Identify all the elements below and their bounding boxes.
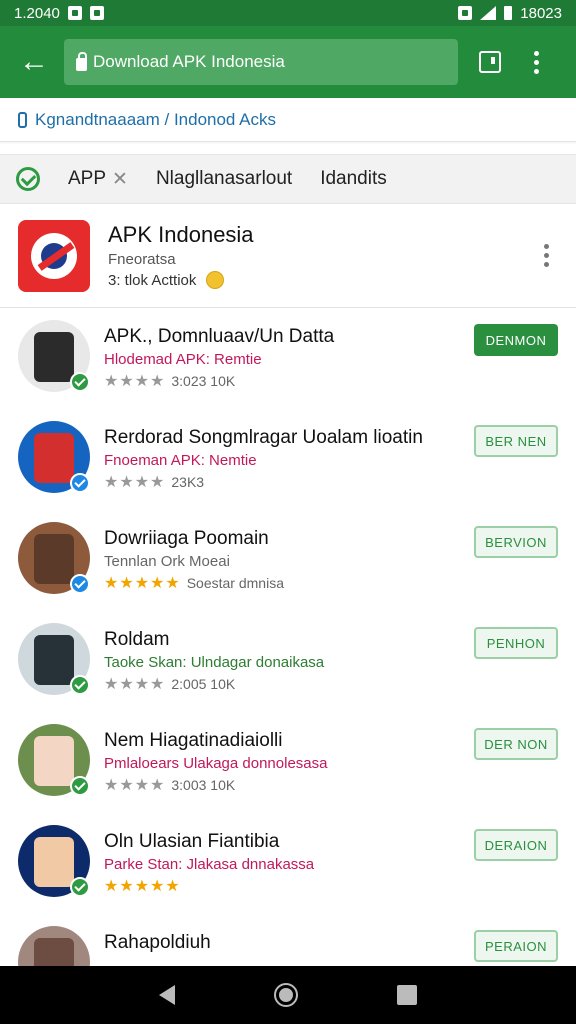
featured-info: APK Indonesia Fneoratsa 3: tlok Acttiok xyxy=(108,222,516,289)
notification-icon xyxy=(67,6,82,20)
item-meta-text: 3:003 10K xyxy=(171,777,236,793)
nav-recents-icon[interactable] xyxy=(396,985,417,1005)
install-button[interactable]: PENHON xyxy=(474,627,558,659)
back-arrow-icon[interactable]: ← xyxy=(16,44,52,80)
signal-icon xyxy=(480,6,497,20)
app-avatar xyxy=(18,825,90,897)
install-button[interactable]: BERVION xyxy=(474,526,558,558)
list-item[interactable]: Nem Hiagatinadiaiolli Pmlaloears Ulakaga … xyxy=(0,712,576,813)
battery-icon xyxy=(504,6,513,20)
address-text: Download APK Indonesia xyxy=(93,52,285,71)
rating-stars-icon: ★★★★ xyxy=(104,373,166,390)
list-item[interactable]: Dowriiaga Poomain Tennlan Ork Moeai ★★★★★ S… xyxy=(0,510,576,611)
featured-meta: 3: tlok Acttiok xyxy=(108,271,516,289)
filter-tab-3[interactable]: Idandits xyxy=(320,168,387,190)
verified-badge-icon xyxy=(70,675,90,695)
rating-stars-icon: ★★★★ xyxy=(104,676,166,693)
status-time: 1.2040 xyxy=(14,4,60,22)
rating-stars-icon: ★★★★ xyxy=(104,777,166,794)
avatar-image xyxy=(34,635,74,685)
app-avatar xyxy=(18,320,90,392)
item-meta: ★★★★ 2:005 10K xyxy=(104,674,558,694)
item-meta-text: Soestar dmnisa xyxy=(186,575,284,591)
list-item[interactable]: Roldam Taoke Skan: Ulndagar donaikasa ★★★★… xyxy=(0,611,576,712)
app-avatar xyxy=(18,724,90,796)
featured-subtitle: Fneoratsa xyxy=(108,251,176,268)
list-item[interactable]: Oln Ulasian Fiantibia Parke Stan: Jlakasa… xyxy=(0,813,576,914)
verified-badge-icon xyxy=(70,372,90,392)
more-options-icon[interactable] xyxy=(534,236,558,276)
filter-bar: APP ✕ Nlagllanasarlout Idandits xyxy=(0,154,576,204)
install-button[interactable]: PERAION xyxy=(474,930,558,962)
item-meta-text: 3:023 10K xyxy=(171,373,236,389)
item-meta: ★★★★ 3:023 10K xyxy=(104,371,558,391)
lock-icon xyxy=(76,51,87,71)
item-meta: ★★★★★ Soestar dmnisa xyxy=(104,573,558,593)
install-button[interactable]: DER NON xyxy=(474,728,558,760)
filter-chip-label: APP xyxy=(68,168,107,189)
close-icon[interactable]: ✕ xyxy=(112,168,128,191)
featured-meta-text: 3: tlok Acttiok xyxy=(108,271,197,289)
install-button[interactable]: BER NEN xyxy=(474,425,558,457)
item-meta-text: 23K3 xyxy=(171,474,205,490)
item-meta: ★★★★ 23K3 xyxy=(104,472,558,492)
featured-app[interactable]: APK Indonesia Fneoratsa 3: tlok Acttiok xyxy=(0,204,576,308)
notification-icon-2 xyxy=(89,6,104,20)
verified-badge-icon xyxy=(70,776,90,796)
nav-back-icon[interactable] xyxy=(159,985,176,1005)
overflow-menu-icon[interactable] xyxy=(522,42,550,82)
alarm-icon xyxy=(458,6,473,20)
verified-badge-icon xyxy=(70,574,90,594)
avatar-image xyxy=(34,332,74,382)
install-button[interactable]: DERAION xyxy=(474,829,558,861)
list-item[interactable]: APK., Domnluaav/Un Datta Hlodemad APK: Re… xyxy=(0,308,576,409)
install-button[interactable]: DENMON xyxy=(474,324,558,356)
tab-switcher-icon[interactable] xyxy=(470,42,510,82)
app-avatar xyxy=(18,623,90,695)
breadcrumb[interactable]: Kgnandtnaaaam / Indonod Acks xyxy=(0,98,576,142)
navigation-bar xyxy=(0,966,576,1024)
app-logo-icon xyxy=(18,219,90,292)
avatar-image xyxy=(34,837,74,887)
rating-stars-icon: ★★★★★ xyxy=(104,575,181,592)
app-avatar xyxy=(18,522,90,594)
rating-stars-icon: ★★★★ xyxy=(104,474,166,491)
status-bar: 1.2040 18023 xyxy=(0,0,576,26)
item-meta: ★★★★★ xyxy=(104,876,558,896)
avatar-image xyxy=(34,736,74,786)
featured-title: APK Indonesia xyxy=(108,222,254,247)
app-avatar xyxy=(18,421,90,493)
avatar-image xyxy=(34,534,74,584)
browser-toolbar: ← Download APK Indonesia xyxy=(0,26,576,98)
item-meta: ★★★★ 3:003 10K xyxy=(104,775,558,795)
smiley-icon xyxy=(206,271,225,289)
status-left: 1.2040 xyxy=(14,5,104,22)
verified-badge-icon xyxy=(70,877,90,897)
verified-badge-icon xyxy=(70,473,90,493)
nav-home-icon[interactable] xyxy=(273,983,298,1007)
address-bar[interactable]: Download APK Indonesia xyxy=(64,39,458,85)
app-list: APK., Domnluaav/Un Datta Hlodemad APK: Re… xyxy=(0,308,576,1015)
check-circle-icon xyxy=(16,167,40,191)
phone-icon xyxy=(18,111,27,128)
filter-tab-2[interactable]: Nlagllanasarlout xyxy=(156,168,292,190)
breadcrumb-text: Kgnandtnaaaam / Indonod Acks xyxy=(35,109,277,129)
list-item[interactable]: Rerdorad Songmlragar Uoalam lioatin Fnoem… xyxy=(0,409,576,510)
rating-stars-icon: ★★★★★ xyxy=(104,878,181,895)
status-clock: 18023 xyxy=(520,4,562,22)
status-right: 18023 xyxy=(458,5,562,22)
avatar-image xyxy=(34,433,74,483)
item-meta-text: 2:005 10K xyxy=(171,676,236,692)
filter-chip-app[interactable]: APP ✕ xyxy=(68,168,128,191)
